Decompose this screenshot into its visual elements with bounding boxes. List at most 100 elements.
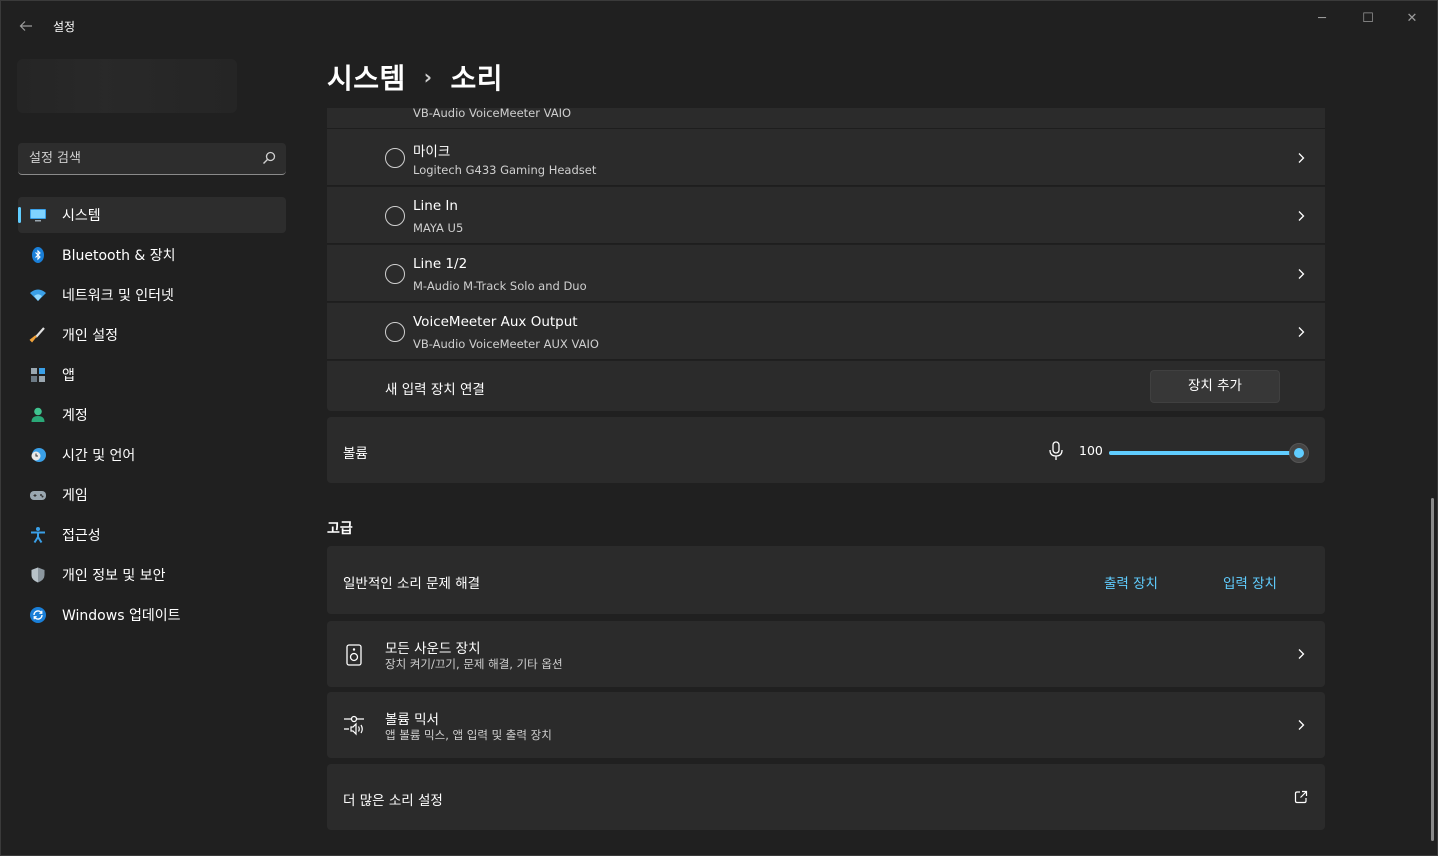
input-device-row[interactable]: Line 1/2 M-Audio M-Track Solo and Duo bbox=[327, 245, 1325, 302]
all-devices-subtitle: 장치 켜기/끄기, 문제 해결, 기타 옵션 bbox=[385, 657, 563, 671]
volume-label: 볼륨 bbox=[343, 446, 368, 462]
sidebar-item-personalization[interactable]: 개인 설정 bbox=[18, 317, 286, 353]
chevron-right-icon bbox=[1298, 153, 1305, 163]
input-device-row[interactable]: Line In MAYA U5 bbox=[327, 187, 1325, 244]
sidebar-item-label: 앱 bbox=[62, 368, 75, 384]
sidebar-item-label: 접근성 bbox=[62, 528, 101, 544]
search-input[interactable] bbox=[29, 143, 249, 174]
page-title: 소리 bbox=[450, 62, 504, 95]
bluetooth-icon bbox=[32, 247, 44, 263]
sidebar-item-label: 계정 bbox=[62, 408, 88, 424]
mixer-icon bbox=[344, 715, 364, 736]
add-input-device-row: 새 입력 장치 연결 장치 추가 bbox=[327, 361, 1325, 411]
sidebar-item-label: 개인 정보 및 보안 bbox=[62, 568, 166, 584]
search-icon[interactable] bbox=[262, 151, 276, 165]
troubleshoot-label: 일반적인 소리 문제 해결 bbox=[343, 576, 481, 592]
update-icon bbox=[30, 607, 46, 623]
chevron-right-icon bbox=[1298, 649, 1305, 659]
device-radio[interactable] bbox=[385, 206, 405, 226]
wifi-icon bbox=[30, 289, 46, 301]
close-button[interactable]: ✕ bbox=[1389, 9, 1435, 29]
monitor-icon bbox=[30, 209, 46, 222]
sidebar-item-label: Windows 업데이트 bbox=[62, 608, 181, 624]
input-device-row[interactable]: 마이크 Logitech G433 Gaming Headset bbox=[327, 129, 1325, 186]
user-profile[interactable] bbox=[17, 59, 237, 113]
sidebar-item-label: 개인 설정 bbox=[62, 328, 118, 344]
sidebar-item-gaming[interactable]: 게임 bbox=[18, 477, 286, 513]
chevron-right-icon bbox=[1298, 269, 1305, 279]
sidebar-item-apps[interactable]: 앱 bbox=[18, 357, 286, 393]
sidebar-item-label: 시스템 bbox=[62, 208, 101, 224]
breadcrumb-separator: › bbox=[423, 65, 433, 89]
volume-row: 볼륨 100 bbox=[327, 417, 1325, 483]
more-sound-settings-label: 더 많은 소리 설정 bbox=[343, 793, 443, 809]
external-link-icon bbox=[1294, 790, 1308, 804]
sidebar-item-time-language[interactable]: 시간 및 언어 bbox=[18, 437, 286, 473]
sidebar-item-label: 시간 및 언어 bbox=[62, 448, 136, 464]
device-subtitle: MAYA U5 bbox=[413, 221, 464, 235]
volume-slider-thumb[interactable] bbox=[1289, 443, 1309, 463]
advanced-section-title: 고급 bbox=[327, 521, 353, 537]
title-bar: 설정 ─ ☐ ✕ bbox=[1, 1, 1437, 49]
microphone-icon[interactable] bbox=[1047, 441, 1065, 461]
chevron-right-icon bbox=[1298, 720, 1305, 730]
add-device-label: 새 입력 장치 연결 bbox=[385, 382, 485, 398]
input-device-row[interactable]: VoiceMeeter Aux Output VB-Audio VoiceMee… bbox=[327, 303, 1325, 360]
scrollbar[interactable] bbox=[1431, 498, 1434, 841]
breadcrumb: 시스템 › 소리 bbox=[327, 57, 503, 97]
add-device-button[interactable]: 장치 추가 bbox=[1150, 370, 1280, 403]
sidebar: 시스템 Bluetooth & 장치 네트워크 및 인터넷 bbox=[1, 49, 301, 856]
more-sound-settings-row[interactable]: 더 많은 소리 설정 bbox=[327, 764, 1325, 830]
troubleshoot-row: 일반적인 소리 문제 해결 출력 장치 입력 장치 bbox=[327, 546, 1325, 614]
sidebar-item-network[interactable]: 네트워크 및 인터넷 bbox=[18, 277, 286, 313]
search-box[interactable] bbox=[18, 143, 286, 175]
main-content: 시스템 › 소리 VB-Audio VoiceMeeter VAIO 마이크 L… bbox=[301, 49, 1421, 856]
device-subtitle: Logitech G433 Gaming Headset bbox=[413, 163, 597, 177]
apps-icon bbox=[31, 368, 45, 382]
sidebar-item-windows-update[interactable]: Windows 업데이트 bbox=[18, 597, 286, 633]
gamepad-icon bbox=[30, 491, 46, 500]
sidebar-item-bluetooth[interactable]: Bluetooth & 장치 bbox=[18, 237, 286, 273]
sidebar-item-label: 네트워크 및 인터넷 bbox=[62, 288, 174, 304]
brush-icon bbox=[29, 327, 45, 343]
device-radio[interactable] bbox=[385, 264, 405, 284]
device-name: Line 1/2 bbox=[413, 256, 468, 272]
input-device-link[interactable]: 입력 장치 bbox=[1223, 572, 1277, 592]
device-name: Line In bbox=[413, 198, 458, 214]
back-arrow-icon bbox=[19, 21, 32, 31]
device-subtitle: M-Audio M-Track Solo and Duo bbox=[413, 279, 587, 293]
shield-icon bbox=[31, 567, 45, 583]
all-sound-devices-row[interactable]: 모든 사운드 장치 장치 켜기/끄기, 문제 해결, 기타 옵션 bbox=[327, 621, 1325, 687]
settings-window: 설정 ─ ☐ ✕ 시스템 bbox=[0, 0, 1438, 856]
device-name: 마이크 bbox=[413, 144, 451, 160]
volume-mixer-row[interactable]: 볼륨 믹서 앱 볼륨 믹스, 앱 입력 및 출력 장치 bbox=[327, 692, 1325, 758]
sidebar-item-privacy[interactable]: 개인 정보 및 보안 bbox=[18, 557, 286, 593]
person-icon bbox=[31, 407, 45, 422]
back-button[interactable] bbox=[15, 15, 37, 37]
output-device-link[interactable]: 출력 장치 bbox=[1104, 572, 1158, 592]
sidebar-item-system[interactable]: 시스템 bbox=[18, 197, 286, 233]
volume-slider-fill bbox=[1109, 451, 1299, 455]
sidebar-item-accessibility[interactable]: 접근성 bbox=[18, 517, 286, 553]
device-name: VoiceMeeter Aux Output bbox=[413, 314, 578, 330]
sidebar-item-label: Bluetooth & 장치 bbox=[62, 248, 176, 264]
all-devices-title: 모든 사운드 장치 bbox=[385, 641, 481, 657]
minimize-button[interactable]: ─ bbox=[1299, 9, 1345, 29]
device-radio[interactable] bbox=[385, 148, 405, 168]
device-radio[interactable] bbox=[385, 322, 405, 342]
clock-globe-icon bbox=[31, 448, 46, 462]
sidebar-nav: 시스템 Bluetooth & 장치 네트워크 및 인터넷 개인 설정 앱 계정… bbox=[18, 197, 286, 637]
input-device-row-partial[interactable]: VB-Audio VoiceMeeter VAIO bbox=[327, 106, 1325, 129]
sidebar-item-label: 게임 bbox=[62, 488, 88, 504]
chevron-right-icon bbox=[1298, 211, 1305, 221]
device-subtitle: VB-Audio VoiceMeeter AUX VAIO bbox=[413, 337, 599, 351]
breadcrumb-parent[interactable]: 시스템 bbox=[327, 57, 406, 97]
sidebar-item-accounts[interactable]: 계정 bbox=[18, 397, 286, 433]
device-subtitle: VB-Audio VoiceMeeter VAIO bbox=[413, 106, 572, 120]
volume-mixer-title: 볼륨 믹서 bbox=[385, 712, 439, 728]
volume-slider[interactable] bbox=[1109, 443, 1309, 463]
maximize-button[interactable]: ☐ bbox=[1345, 9, 1391, 29]
volume-mixer-subtitle: 앱 볼륨 믹스, 앱 입력 및 출력 장치 bbox=[385, 728, 552, 742]
app-title: 설정 bbox=[53, 20, 76, 34]
volume-value: 100 bbox=[1079, 443, 1103, 458]
